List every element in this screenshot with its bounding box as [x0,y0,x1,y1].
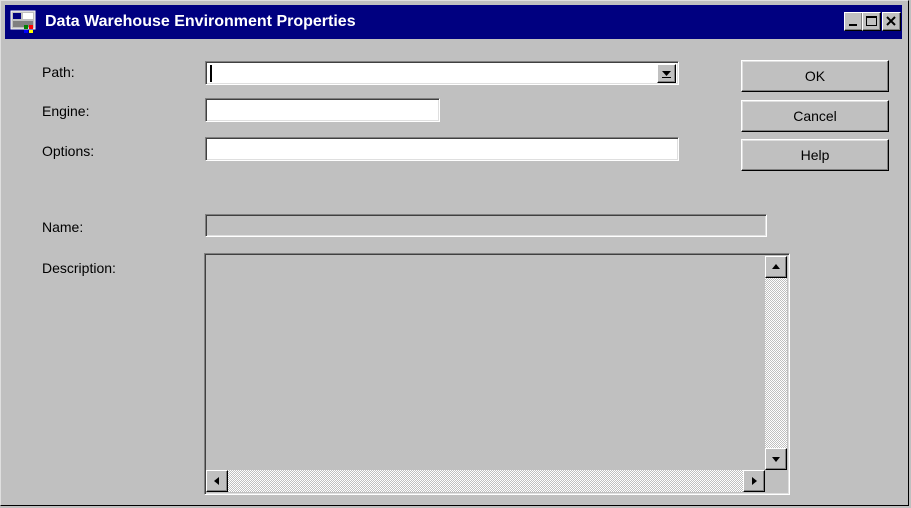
chevron-down-icon[interactable] [657,64,676,83]
name-label: Name: [42,219,84,235]
description-label: Description: [42,260,116,276]
ok-button[interactable]: OK [741,60,889,92]
name-field [205,214,767,237]
path-combobox[interactable] [205,61,679,85]
minimize-icon[interactable] [844,12,863,31]
engine-input[interactable] [205,98,440,122]
scroll-left-icon[interactable] [206,470,228,492]
title-bar[interactable]: Data Warehouse Environment Properties [5,5,902,39]
scroll-right-icon[interactable] [743,470,765,492]
maximize-icon[interactable] [862,12,881,31]
path-label: Path: [42,64,75,80]
text-cursor [210,65,212,82]
close-icon[interactable] [882,12,901,31]
engine-label: Engine: [42,103,90,119]
cancel-button[interactable]: Cancel [741,100,889,132]
scroll-up-icon[interactable] [765,256,787,278]
window-title: Data Warehouse Environment Properties [45,13,356,30]
help-button[interactable]: Help [741,139,889,171]
options-input[interactable] [205,137,679,161]
description-textarea[interactable] [204,253,790,495]
vertical-scrollbar[interactable] [765,256,787,470]
app-icon [10,10,36,34]
scrollbar-corner [765,470,787,492]
horizontal-scrollbar[interactable] [206,470,765,492]
properties-dialog: Data Warehouse Environment Properties Pa… [0,0,909,506]
options-label: Options: [42,143,95,159]
scroll-down-icon[interactable] [765,448,787,470]
horizontal-scroll-track[interactable] [228,470,743,492]
vertical-scroll-track[interactable] [765,278,787,448]
